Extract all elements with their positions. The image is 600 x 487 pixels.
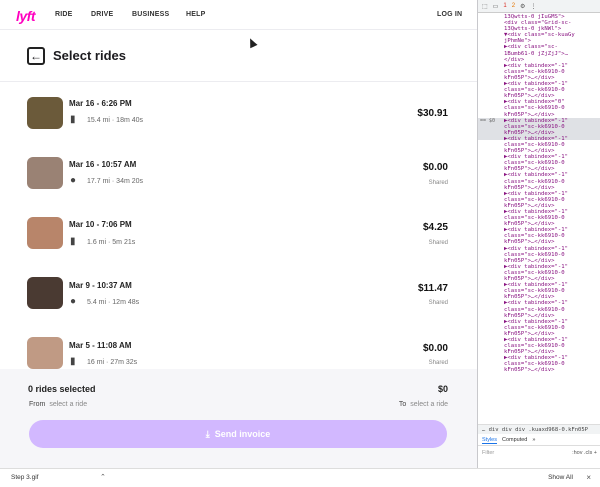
- element-breadcrumb[interactable]: … div div div .kuaxd968-0.kFn05P: [478, 424, 600, 434]
- login-link[interactable]: LOG IN: [437, 11, 462, 18]
- inspect-icon[interactable]: ⬚: [482, 3, 488, 10]
- devtools-panel: ⬚ ▭ 1 2 ⚙ ⋮ == $0 13Qwtts-0 jIuGMS"> <div…: [477, 0, 600, 468]
- rides-selected-count: 0 rides selected: [28, 384, 96, 394]
- show-all-button[interactable]: Show All: [548, 474, 573, 481]
- shared-label: Shared: [428, 240, 448, 246]
- settings-icon[interactable]: ⚙: [520, 3, 525, 10]
- ride-price: $30.91: [417, 108, 448, 119]
- warning-count[interactable]: 2: [512, 3, 515, 9]
- nav-link-help[interactable]: HELP: [186, 11, 205, 18]
- download-item[interactable]: Step 3.gif: [11, 474, 38, 481]
- tab-computed[interactable]: Computed: [502, 437, 527, 443]
- from-label: From: [29, 401, 46, 408]
- device-icon[interactable]: ▭: [493, 3, 499, 10]
- ride-date: Mar 16 - 6:26 PM: [69, 99, 132, 108]
- luggage-icon: ▮: [70, 114, 76, 125]
- ride-date: Mar 10 - 7:06 PM: [69, 220, 132, 229]
- downloads-bar: Step 3.gif ⌃ Show All ×: [0, 468, 600, 487]
- ride-date: Mar 16 - 10:57 AM: [69, 160, 137, 169]
- luggage-icon: ▮: [70, 356, 76, 367]
- nav-link-business[interactable]: BUSINESS: [132, 11, 169, 18]
- shared-label: Shared: [428, 300, 448, 306]
- ride-distance-duration: 5.4 mi · 12m 48s: [87, 299, 140, 306]
- driver-avatar: [27, 157, 63, 189]
- total-amount: $0: [437, 384, 448, 394]
- ride-distance-duration: 17.7 mi · 34m 20s: [87, 178, 144, 185]
- page-title: Select rides: [53, 48, 126, 63]
- from-field: From select a ride: [29, 401, 87, 408]
- lyft-logo[interactable]: lyft: [16, 8, 36, 24]
- download-icon: ⤓: [205, 428, 210, 439]
- arrow-left-icon: ←: [30, 49, 42, 63]
- driver-avatar: [27, 217, 63, 249]
- back-button[interactable]: ←: [27, 47, 45, 65]
- tab-more[interactable]: »: [532, 437, 535, 443]
- person-icon: ●: [70, 175, 77, 186]
- ride-price: $0.00: [422, 343, 448, 354]
- styles-filter-input[interactable]: Filter :hov .cls +: [478, 447, 600, 460]
- shared-label: Shared: [428, 180, 448, 186]
- driver-avatar: [27, 277, 63, 309]
- person-icon: ●: [70, 296, 77, 307]
- ride-price: $11.47: [417, 283, 448, 294]
- error-count[interactable]: 1: [503, 3, 506, 9]
- ride-distance-duration: 16 mi · 27m 32s: [87, 359, 138, 366]
- ride-distance-duration: 1.6 mi · 5m 21s: [87, 239, 136, 246]
- elements-tree[interactable]: 13Qwtts-0 jIuGMS"> <div class="Grid-sc- 13…: [478, 14, 600, 424]
- driver-avatar: [27, 97, 63, 129]
- to-label: To: [398, 401, 407, 408]
- from-hint: select a ride: [49, 401, 88, 408]
- ride-date: Mar 9 - 10:37 AM: [69, 281, 132, 290]
- to-hint: select a ride: [410, 401, 448, 408]
- filter-placeholder: Filter: [482, 450, 495, 456]
- ride-price: $4.25: [422, 222, 448, 233]
- luggage-icon: ▮: [70, 236, 76, 247]
- tab-styles[interactable]: Styles: [482, 437, 497, 444]
- send-invoice-button[interactable]: ⤓ Send invoice: [29, 420, 447, 448]
- dom-tree-line[interactable]: kFn05P">…</div>: [504, 367, 600, 373]
- nav-link-drive[interactable]: DRIVE: [91, 11, 113, 18]
- ride-row[interactable]: [0, 205, 477, 265]
- browser-viewport: lyft RIDE DRIVE BUSINESS HELP LOG IN ← S…: [0, 0, 477, 468]
- nav-link-ride[interactable]: RIDE: [55, 11, 73, 18]
- shared-label: Shared: [428, 360, 448, 366]
- devtools-toolbar: ⬚ ▭ 1 2 ⚙ ⋮: [478, 0, 600, 13]
- close-icon[interactable]: ×: [586, 473, 591, 482]
- ride-price: $0.00: [422, 162, 448, 173]
- send-invoice-label: Send invoice: [214, 429, 271, 439]
- filter-options[interactable]: :hov .cls +: [572, 447, 597, 460]
- to-field: To select a ride: [399, 401, 448, 408]
- ride-date: Mar 5 - 11:08 AM: [69, 341, 132, 350]
- ride-distance-duration: 15.4 mi · 18m 40s: [87, 117, 144, 124]
- more-icon[interactable]: ⋮: [530, 3, 536, 10]
- ride-row[interactable]: [0, 265, 477, 325]
- devtools-subtabs: Styles Computed »: [478, 435, 600, 446]
- chevron-up-icon[interactable]: ⌃: [100, 473, 106, 481]
- driver-avatar: [27, 337, 63, 369]
